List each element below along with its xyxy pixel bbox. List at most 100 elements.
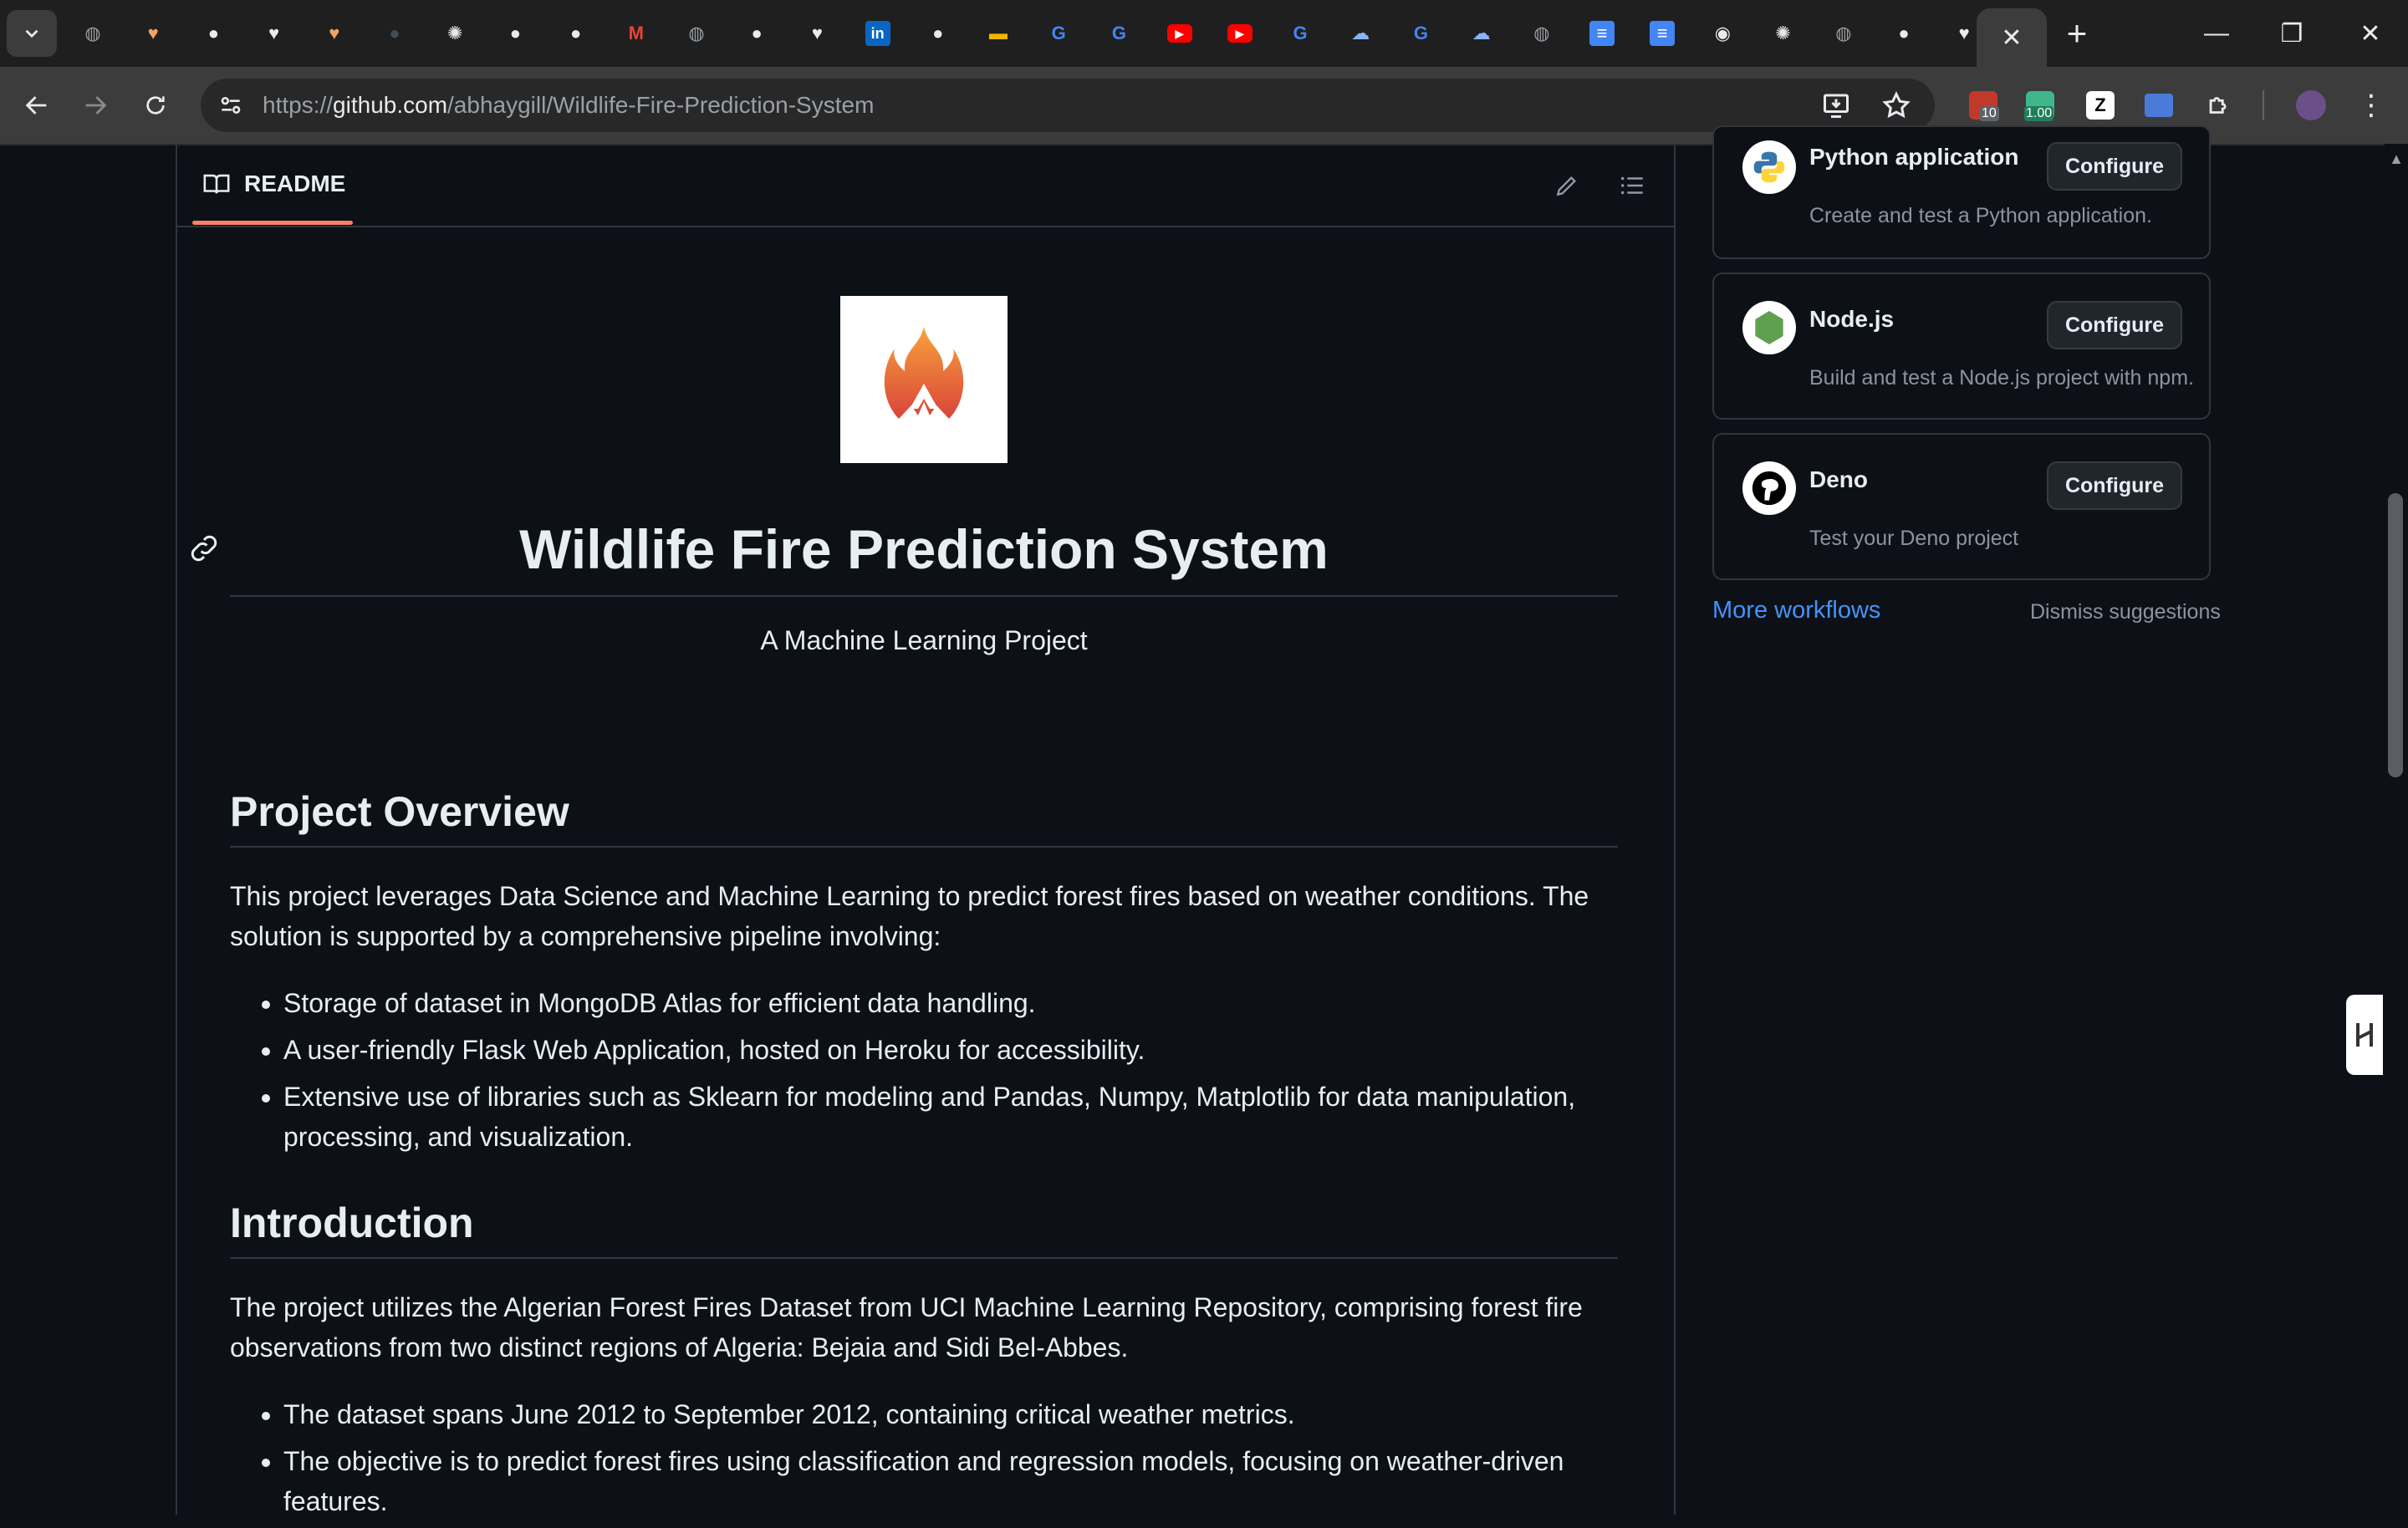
scrollbar-thumb[interactable] <box>2388 493 2403 777</box>
browser-tab[interactable]: ▬ <box>969 8 1028 59</box>
new-tab-button[interactable]: + <box>2047 8 2107 59</box>
close-tab-icon[interactable]: ✕ <box>2001 23 2022 53</box>
configure-button[interactable]: Configure <box>2047 301 2182 349</box>
google-icon: G <box>1293 23 1308 43</box>
outline-list-icon[interactable] <box>1615 169 1649 202</box>
nodejs-icon <box>1742 301 1796 354</box>
browser-tab[interactable]: ♥ <box>245 8 304 59</box>
browser-tab[interactable]: ◍ <box>1513 8 1571 59</box>
title-divider <box>230 595 1618 597</box>
url-text[interactable]: https://github.com/abhaygill/Wildlife-Fi… <box>263 92 874 119</box>
page-scrollbar[interactable] <box>2385 144 2408 1505</box>
tab-search-button[interactable] <box>7 10 57 57</box>
scroll-up-arrow-icon[interactable]: ▲ <box>2388 150 2405 167</box>
introduction-heading: Introduction <box>230 1199 474 1246</box>
browser-tab[interactable]: ✺ <box>426 8 484 59</box>
overview-paragraph: This project leverages Data Science and … <box>230 881 1589 951</box>
workflow-card-nodejs: Node.js Build and test a Node.js project… <box>1712 272 2211 420</box>
github-icon: ● <box>751 23 763 43</box>
browser-tab[interactable]: ◉ <box>1693 8 1752 59</box>
cloud-icon: ☁ <box>1351 23 1370 43</box>
browser-tab[interactable]: in <box>849 8 907 59</box>
github-icon: ● <box>509 23 522 43</box>
browser-tab[interactable]: ♥ <box>305 8 364 59</box>
configure-button[interactable]: Configure <box>2047 142 2182 191</box>
introduction-paragraph: The project utilizes the Algerian Forest… <box>230 1292 1583 1362</box>
globe-icon: ◍ <box>1835 23 1852 43</box>
bookmark-star-icon[interactable] <box>1881 90 1911 120</box>
browser-tab[interactable]: ≡ <box>1633 8 1691 59</box>
link-anchor-icon[interactable] <box>187 532 221 565</box>
github-icon: ● <box>207 23 220 43</box>
project-logo[interactable] <box>840 296 1008 463</box>
readme-tab[interactable]: README <box>202 144 345 224</box>
browser-tab[interactable]: ● <box>727 8 786 59</box>
workflow-name: Deno <box>1809 466 1868 492</box>
browser-tab[interactable]: ● <box>486 8 544 59</box>
browser-tab[interactable]: ☁ <box>1452 8 1511 59</box>
extension-3-icon[interactable]: Z <box>2080 85 2120 125</box>
more-workflows-link[interactable]: More workflows <box>1712 597 1880 624</box>
browser-tab[interactable]: G <box>1089 8 1148 59</box>
browser-tab[interactable]: ♥ <box>124 8 182 59</box>
configure-button[interactable]: Configure <box>2047 461 2182 510</box>
introduction-bullets: The dataset spans June 2012 to September… <box>230 1394 1671 1528</box>
browser-tab[interactable]: G <box>1271 8 1329 59</box>
reload-icon <box>146 96 165 115</box>
back-button[interactable] <box>15 84 59 127</box>
heart-colorful-icon: ♥ <box>147 23 159 43</box>
dismiss-suggestions-link[interactable]: Dismiss suggestions <box>2030 600 2221 624</box>
browser-tab[interactable]: G <box>1029 8 1088 59</box>
browser-tab[interactable]: ● <box>184 8 242 59</box>
minimize-button[interactable]: — <box>2179 8 2254 59</box>
browser-tab[interactable]: G <box>1391 8 1450 59</box>
address-bar[interactable]: https://github.com/abhaygill/Wildlife-Fi… <box>201 79 1935 132</box>
workflow-description: Create and test a Python application. <box>1809 204 2152 227</box>
list-item: A user-friendly Flask Web Application, h… <box>283 1030 1671 1070</box>
browser-tab[interactable]: ● <box>909 8 967 59</box>
side-panel-toggle[interactable] <box>2346 995 2383 1075</box>
workflow-description: Build and test a Node.js project with np… <box>1809 366 2194 390</box>
browser-tab[interactable]: M <box>607 8 666 59</box>
browser-tab[interactable]: ▶ <box>1150 8 1209 59</box>
readme-header: README <box>177 144 1674 227</box>
menu-kebab-icon[interactable]: ⋮ <box>2351 85 2391 125</box>
browser-tab[interactable]: ▶ <box>1211 8 1269 59</box>
browser-tab[interactable]: ● <box>1875 8 1933 59</box>
workflow-card-python: Python application Create and test a Pyt… <box>1712 125 2211 259</box>
docs-icon: ≡ <box>1589 21 1615 46</box>
workflow-description: Test your Deno project <box>1809 527 2019 550</box>
extension-4-icon[interactable] <box>2139 85 2179 125</box>
reload-button[interactable] <box>134 84 177 127</box>
profile-avatar[interactable] <box>2291 85 2331 125</box>
browser-tab[interactable]: ☁ <box>1331 8 1390 59</box>
introduction-divider <box>230 1257 1618 1259</box>
list-item: The dataset spans June 2012 to September… <box>283 1394 1671 1434</box>
readme-tab-label: README <box>244 171 346 196</box>
browser-tab[interactable]: ✺ <box>1754 8 1813 59</box>
edit-pencil-icon[interactable] <box>1550 169 1584 202</box>
extensions-puzzle-icon[interactable] <box>2199 85 2239 125</box>
active-tab[interactable]: ✕ <box>1977 8 2047 67</box>
browser-tab[interactable]: ◍ <box>64 8 122 59</box>
heart-icon: ♥ <box>811 23 823 43</box>
browser-tab[interactable]: ● <box>365 8 424 59</box>
browser-tab[interactable]: ♥ <box>788 8 846 59</box>
workflow-name: Node.js <box>1809 306 1895 332</box>
restore-button[interactable]: ❐ <box>2254 8 2329 59</box>
extension-2-icon[interactable]: 1.00 <box>2020 85 2060 125</box>
browser-tab[interactable]: ● <box>547 8 605 59</box>
close-window-button[interactable]: ✕ <box>2333 8 2408 59</box>
browser-tab[interactable]: ◍ <box>1814 8 1873 59</box>
browser-tab[interactable]: ◍ <box>667 8 726 59</box>
install-app-icon[interactable] <box>1821 90 1851 120</box>
extension-1-icon[interactable]: 10 <box>1963 85 2003 125</box>
book-icon <box>203 174 230 194</box>
slides-icon: ▬ <box>989 23 1008 43</box>
forward-button[interactable] <box>74 84 117 127</box>
site-info-icon[interactable] <box>217 92 244 119</box>
youtube-icon: ▶ <box>1227 24 1252 43</box>
readme-subtitle: A Machine Learning Project <box>760 625 1088 655</box>
browser-tab[interactable]: ≡ <box>1573 8 1631 59</box>
google-icon: G <box>1051 23 1066 43</box>
